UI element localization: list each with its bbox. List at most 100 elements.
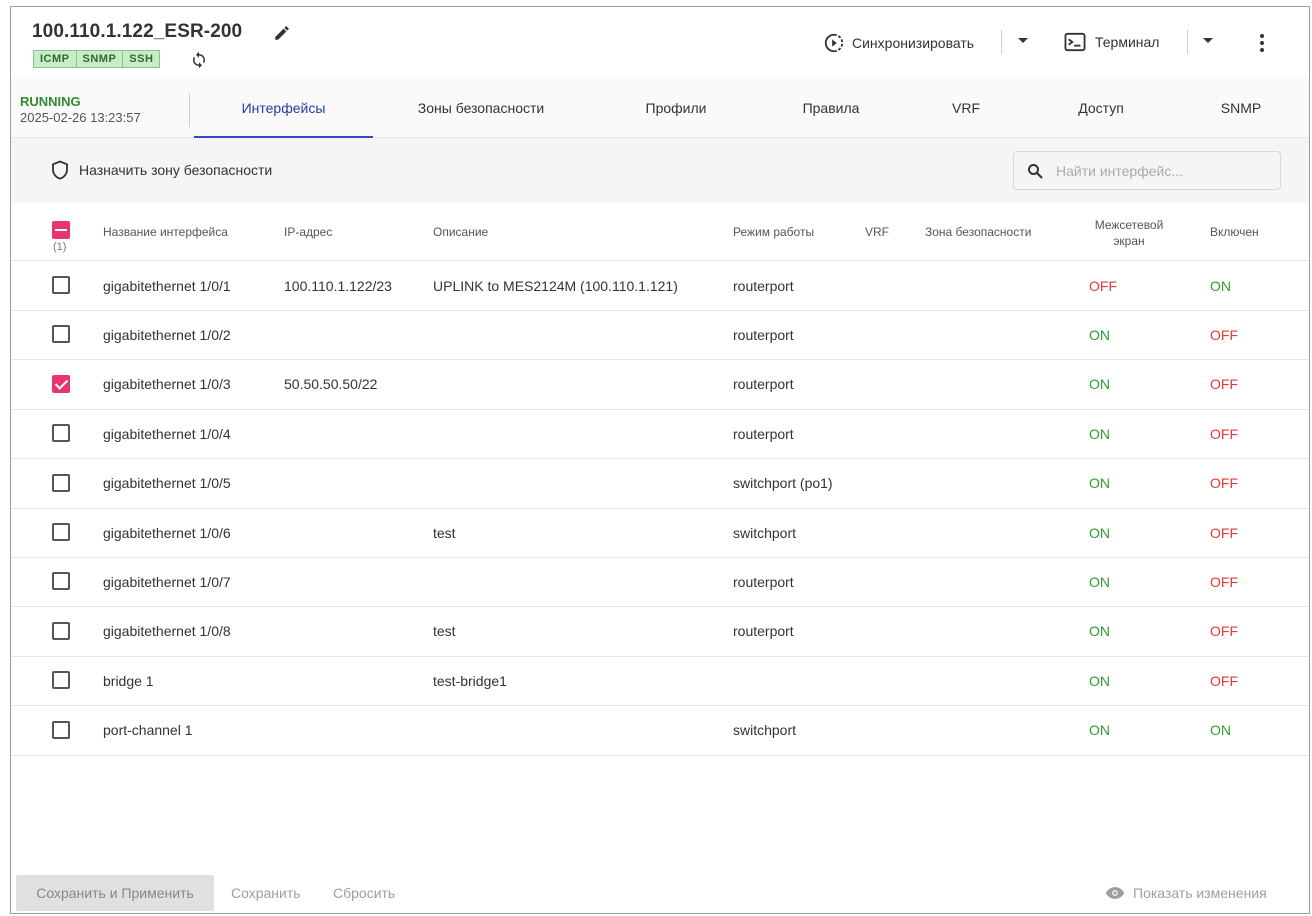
cell-ip: 100.110.1.122/23 — [284, 277, 392, 294]
sync-button[interactable]: Синхронизировать — [823, 32, 974, 54]
refresh-icon[interactable] — [190, 51, 208, 69]
show-changes-button[interactable]: Показать изменения — [1105, 885, 1267, 901]
table-toolbar: Назначить зону безопасности — [11, 138, 1309, 203]
table-row[interactable]: gigabitethernet 1/0/3 50.50.50.50/22 route… — [11, 360, 1309, 410]
search-box[interactable] — [1013, 151, 1281, 190]
cell-firewall: ON — [1089, 376, 1110, 393]
cell-description: UPLINK to MES2124M (100.110.1.121) — [433, 277, 678, 294]
divider — [189, 93, 190, 127]
col-header-vrf[interactable]: VRF — [865, 225, 889, 239]
show-changes-label: Показать изменения — [1133, 885, 1267, 901]
assign-zone-button[interactable]: Назначить зону безопасности — [51, 160, 272, 180]
assign-zone-label: Назначить зону безопасности — [79, 162, 273, 178]
cell-name: bridge 1 — [103, 672, 154, 689]
col-header-name[interactable]: Название интерфейса — [103, 225, 228, 239]
save-button[interactable]: Сохранить — [231, 885, 301, 901]
tabs-bar: RUNNING 2025-02-26 13:23:57 Интерфейсы З… — [11, 77, 1309, 138]
cell-mode: switchport — [733, 722, 797, 739]
tab-rules[interactable]: Правила — [766, 77, 896, 138]
tab-profiles[interactable]: Профили — [611, 77, 741, 138]
sync-dropdown-caret-icon[interactable] — [1018, 38, 1028, 43]
table-row[interactable]: gigabitethernet 1/0/2 routerport ON OFF — [11, 310, 1309, 361]
col-header-description[interactable]: Описание — [433, 225, 488, 239]
divider — [1001, 30, 1002, 54]
table-row[interactable]: gigabitethernet 1/0/6 test switchport ON OFF — [11, 508, 1309, 558]
protocol-badges: ICMP SNMP SSH — [33, 50, 161, 68]
cell-mode: routerport — [733, 573, 794, 590]
tab-vrf[interactable]: VRF — [911, 77, 1021, 138]
cell-name: gigabitethernet 1/0/5 — [103, 475, 231, 492]
cell-name: gigabitethernet 1/0/7 — [103, 573, 231, 590]
tab-interfaces[interactable]: Интерфейсы — [194, 77, 373, 138]
col-header-mode[interactable]: Режим работы — [733, 225, 814, 239]
col-header-enabled[interactable]: Включен — [1210, 225, 1259, 239]
cell-mode: routerport — [733, 326, 794, 343]
cell-firewall: ON — [1089, 524, 1110, 541]
cell-name: port-channel 1 — [103, 722, 193, 739]
row-checkbox[interactable] — [52, 276, 70, 294]
tab-access[interactable]: Доступ — [1046, 77, 1156, 138]
cell-firewall: ON — [1089, 475, 1110, 492]
table-row[interactable]: gigabitethernet 1/0/5 switchport (po1) ON O… — [11, 459, 1309, 509]
terminal-dropdown-caret-icon[interactable] — [1203, 38, 1213, 43]
device-title: 100.110.1.122_ESR-200 — [32, 21, 243, 42]
cell-name: gigabitethernet 1/0/2 — [103, 326, 231, 343]
select-all-checkbox[interactable] — [52, 221, 70, 239]
row-checkbox[interactable] — [52, 621, 70, 640]
selected-count: (1) — [53, 241, 67, 253]
save-apply-button[interactable]: Сохранить и Применить — [16, 875, 214, 911]
table-row[interactable]: gigabitethernet 1/0/1 100.110.1.122/23 UPL… — [11, 261, 1309, 311]
row-checkbox[interactable] — [52, 671, 70, 690]
cell-name: gigabitethernet 1/0/3 — [103, 376, 231, 393]
sync-play-icon — [824, 33, 844, 53]
cell-firewall: OFF — [1089, 277, 1117, 294]
row-checkbox[interactable] — [52, 374, 70, 393]
search-icon — [1028, 163, 1043, 178]
row-checkbox[interactable] — [52, 424, 70, 443]
table-row[interactable]: gigabitethernet 1/0/4 routerport ON OFF — [11, 409, 1309, 460]
more-vert-icon[interactable] — [1255, 32, 1269, 54]
badge-icmp: ICMP — [34, 51, 77, 67]
cell-enabled: OFF — [1210, 376, 1238, 393]
cell-mode: routerport — [733, 623, 794, 640]
cell-enabled: OFF — [1210, 623, 1238, 640]
cell-firewall: ON — [1089, 623, 1110, 640]
cell-enabled: OFF — [1210, 672, 1238, 689]
cell-enabled: OFF — [1210, 573, 1238, 590]
sync-label: Синхронизировать — [852, 35, 975, 51]
table-row[interactable]: gigabitethernet 1/0/7 routerport ON OFF — [11, 557, 1309, 608]
col-header-firewall[interactable]: Межсетевой экран — [1085, 217, 1173, 249]
row-checkbox[interactable] — [52, 720, 70, 739]
terminal-icon — [1064, 32, 1086, 52]
terminal-button[interactable]: Терминал — [1064, 32, 1159, 52]
cell-mode: routerport — [733, 376, 794, 393]
shield-icon — [52, 160, 68, 180]
row-checkbox[interactable] — [52, 473, 70, 492]
search-input[interactable] — [1056, 162, 1256, 179]
table-row[interactable]: gigabitethernet 1/0/8 test routerport ON OFF — [11, 607, 1309, 657]
cell-description: test — [433, 623, 456, 640]
table-row[interactable]: port-channel 1 switchport ON ON — [11, 706, 1309, 756]
tab-snmp[interactable]: SNMP — [1186, 77, 1296, 138]
edit-pencil-icon[interactable] — [273, 24, 291, 42]
device-panel: 100.110.1.122_ESR-200 ICMP SNMP SSH Синх… — [10, 6, 1310, 914]
badge-snmp: SNMP — [76, 51, 124, 67]
cell-mode: routerport — [733, 425, 794, 442]
reset-button[interactable]: Сбросить — [333, 885, 395, 901]
terminal-label: Терминал — [1095, 34, 1160, 50]
col-header-ip[interactable]: IP-адрес — [284, 225, 332, 239]
col-header-zone[interactable]: Зона безопасности — [925, 225, 1031, 239]
cell-mode: switchport — [733, 524, 797, 541]
cell-name: gigabitethernet 1/0/4 — [103, 425, 231, 442]
cell-description: test — [433, 524, 456, 541]
device-state-date: 2025-02-26 13:23:57 — [20, 110, 141, 125]
tab-security-zones[interactable]: Зоны безопасности — [401, 77, 561, 138]
device-header: 100.110.1.122_ESR-200 ICMP SNMP SSH Синх… — [11, 7, 1309, 77]
table-row[interactable]: bridge 1 test-bridge1 ON OFF — [11, 656, 1309, 707]
divider — [1187, 30, 1188, 54]
table-header: (1) Название интерфейса IP-адрес Описани… — [11, 203, 1309, 261]
row-checkbox[interactable] — [52, 523, 70, 541]
row-checkbox[interactable] — [52, 572, 70, 591]
badge-ssh: SSH — [123, 51, 160, 67]
row-checkbox[interactable] — [52, 325, 70, 344]
